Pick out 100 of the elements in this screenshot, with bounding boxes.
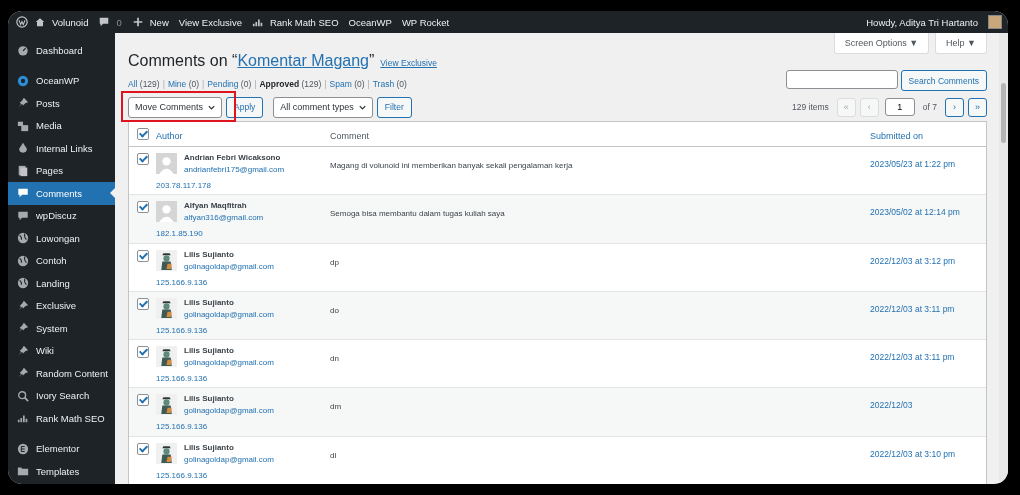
author-email-link[interactable]: golinagoldap@gmail.com [184, 358, 274, 368]
filter-button[interactable]: Filter [376, 96, 412, 118]
sidebar-item[interactable]: OceanWP [8, 69, 115, 92]
user-greeting[interactable]: Howdy, Aditya Tri Hartanto [866, 16, 978, 28]
sidebar-item[interactable]: Posts [8, 92, 115, 115]
sidebar-item[interactable]: Contoh [8, 249, 115, 272]
sidebar-item[interactable]: Random Content [8, 362, 115, 385]
sidebar-item[interactable]: Pages [8, 159, 115, 182]
sidebar-item[interactable]: Lowongan [8, 227, 115, 250]
admin-bar-link[interactable]: OceanWP [348, 16, 392, 28]
wordpress-logo-icon[interactable] [16, 16, 28, 28]
row-checkbox[interactable] [136, 346, 149, 359]
author-ip-link[interactable]: 125.166.9.136 [156, 325, 208, 335]
status-filter-link[interactable]: Spam (0) [329, 79, 365, 89]
select-all-checkbox[interactable] [136, 128, 149, 140]
comment-bubble-icon [98, 16, 111, 28]
globe-icon [17, 232, 29, 245]
author-email-link[interactable]: alfyan316@gmail.com [184, 213, 264, 223]
sidebar-item[interactable]: System [8, 317, 115, 340]
status-filter-link[interactable]: Pending (0) [207, 79, 252, 89]
item-count: 129 items [791, 102, 829, 112]
author-email-link[interactable]: golinagoldap@gmail.com [184, 309, 274, 319]
sidebar-item[interactable]: wpDiscuz [8, 204, 115, 227]
page-number-field[interactable]: 1 [884, 98, 915, 116]
author-ip-link[interactable]: 125.166.9.136 [156, 422, 208, 432]
submitted-date-link[interactable]: 2023/05/02 at 12:14 pm [870, 207, 960, 218]
author-ip-link[interactable]: 125.166.9.136 [156, 277, 208, 287]
author-ip-link[interactable]: 125.166.9.136 [156, 374, 208, 384]
status-filter-link[interactable]: Mine (0) [167, 79, 200, 89]
row-checkbox[interactable] [136, 442, 149, 455]
admin-bar-link[interactable]: New [149, 16, 169, 28]
column-header[interactable]: Author [156, 131, 183, 141]
view-post-link[interactable]: View Exclusive [380, 58, 437, 68]
row-checkbox[interactable] [136, 297, 149, 310]
author-ip-link[interactable]: 125.166.9.136 [156, 470, 208, 480]
row-checkbox[interactable] [136, 153, 149, 165]
status-filter-link[interactable]: All (129) [128, 79, 160, 89]
comment-text: dn [330, 354, 339, 364]
letter-circle-icon [17, 442, 29, 455]
author-ip-link[interactable]: 182.1.85.190 [156, 229, 203, 239]
sidebar-item[interactable]: Elementor [8, 437, 115, 460]
sidebar-item[interactable]: Dashboard [8, 39, 115, 62]
search-icon [17, 389, 29, 402]
comment-count[interactable]: 0 [116, 16, 122, 28]
status-filter-link[interactable]: Trash (0) [372, 79, 407, 89]
submitted-date-link[interactable]: 2023/05/23 at 1:22 pm [870, 159, 956, 169]
sidebar-item[interactable]: Wiki [8, 339, 115, 362]
avatar-figure-icon [156, 297, 177, 319]
author-email-link[interactable]: andrianfebri175@gmail.com [184, 165, 285, 174]
sidebar-item[interactable]: Templates [8, 460, 115, 483]
sidebar-item[interactable]: Exclusive [8, 294, 115, 317]
avatar-figure-icon [156, 346, 177, 368]
status-filter-link[interactable]: Approved (129) [259, 79, 322, 89]
separator: | [254, 79, 257, 89]
avatar-figure-icon [156, 249, 177, 271]
sidebar-item[interactable]: Rank Math SEO [8, 407, 115, 430]
comment-bubble-icon [17, 209, 29, 222]
screen-meta-button[interactable]: Help ▼ [935, 33, 987, 54]
scrollbar[interactable] [999, 33, 1008, 484]
comment-text: dm [330, 402, 342, 412]
sidebar-item[interactable]: Media [8, 114, 115, 137]
scrollbar-thumb[interactable] [1001, 83, 1006, 143]
admin-bar-link[interactable]: Rank Math SEO [269, 16, 339, 28]
next-page-button[interactable]: › [945, 97, 964, 117]
ring-icon [17, 74, 29, 87]
admin-bar-link[interactable]: WP Rocket [401, 16, 450, 28]
gauge-icon [17, 44, 29, 57]
sidebar-item[interactable]: Comments [8, 182, 115, 205]
avatar-silhouette-icon [156, 201, 177, 223]
row-checkbox[interactable] [136, 201, 149, 214]
plus-icon [131, 16, 144, 28]
author-email-link[interactable]: golinagoldap@gmail.com [184, 261, 274, 271]
last-page-button[interactable]: » [968, 97, 987, 117]
row-checkbox[interactable] [136, 249, 149, 262]
screen-meta-button[interactable]: Screen Options ▼ [833, 33, 930, 54]
column-header[interactable]: Submitted on [870, 131, 924, 141]
submitted-date-link[interactable]: 2022/12/03 at 3:10 pm [870, 448, 956, 459]
sidebar-item[interactable]: Internal Links [8, 137, 115, 160]
page-total: of 7 [922, 102, 937, 112]
bulk-action-dropdown[interactable]: Move Comments [128, 96, 223, 118]
row-checkbox[interactable] [136, 394, 149, 407]
author-email-link[interactable]: golinagoldap@gmail.com [184, 406, 274, 416]
globe-icon [17, 277, 29, 290]
search-field[interactable] [785, 70, 898, 89]
site-name-link[interactable]: Volunoid [52, 16, 89, 28]
sidebar-item[interactable]: Ivory Search [8, 384, 115, 407]
author-email-link[interactable]: golinagoldap@gmail.com [184, 454, 274, 464]
submitted-date-link[interactable]: 2022/12/03 at 3:12 pm [870, 255, 956, 266]
media-icon [17, 119, 29, 132]
sidebar-item[interactable]: Landing [8, 272, 115, 295]
comment-text: do [330, 305, 339, 315]
submitted-date-link[interactable]: 2022/12/03 [870, 400, 913, 411]
admin-bar-link[interactable]: View Exclusive [178, 16, 242, 28]
submitted-date-link[interactable]: 2022/12/03 at 3:11 pm [870, 303, 955, 314]
submitted-date-link[interactable]: 2022/12/03 at 3:11 pm [870, 352, 955, 363]
author-ip-link[interactable]: 203.78.117.178 [156, 181, 211, 190]
comment-type-dropdown[interactable]: All comment types [273, 96, 373, 118]
search-comments-button[interactable]: Search Comments [900, 70, 987, 91]
page-title: Comments on “Komentar Magang” [128, 52, 375, 70]
separator: | [324, 79, 327, 89]
